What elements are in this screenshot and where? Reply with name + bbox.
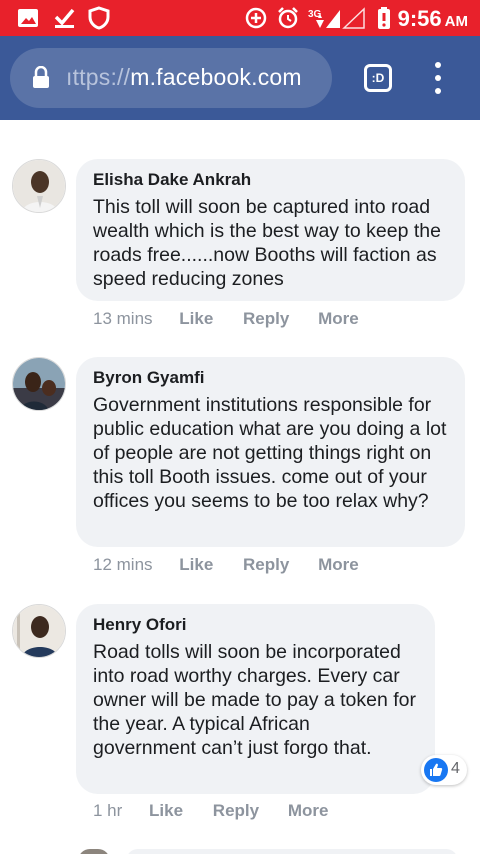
comment-actions: 12 mins Like Reply More: [93, 555, 359, 575]
avatar[interactable]: [12, 604, 66, 658]
comment-time: 1 hr: [93, 801, 123, 820]
more-button[interactable]: More: [288, 801, 329, 821]
clock: 9:56 AM: [398, 6, 468, 32]
clock-time: 9:56: [397, 6, 442, 31]
comment-text: Road tolls will soon be incorporated int…: [93, 641, 417, 759]
add-circle-icon: [245, 7, 267, 29]
like-button[interactable]: Like: [149, 801, 183, 821]
comment-author[interactable]: Byron Gyamfi: [93, 367, 447, 389]
avatar[interactable]: [12, 159, 66, 213]
url-scheme: ıttps://: [66, 64, 131, 90]
reply-button[interactable]: Reply: [243, 555, 289, 575]
comment-actions: 1 hr Like Reply More: [93, 801, 328, 821]
tab-switcher-button[interactable]: :D: [364, 64, 392, 92]
comment-bubble: Byron Gyamfi Government institutions res…: [76, 357, 465, 547]
reply-button[interactable]: Reply: [243, 309, 289, 329]
svg-text:3G: 3G: [308, 9, 322, 20]
like-button[interactable]: Like: [179, 555, 213, 575]
comment-bubble: Henry Ofori Road tolls will soon be inco…: [76, 604, 435, 794]
shield-icon: [88, 6, 110, 30]
signal-icon: 3G: [308, 9, 340, 28]
comment-text: Government institutions responsible for …: [93, 394, 447, 512]
check-download-icon: [54, 8, 75, 28]
more-options-icon[interactable]: [426, 62, 450, 94]
battery-low-icon: [378, 7, 390, 29]
clock-ampm: AM: [444, 13, 468, 30]
image-icon: [18, 9, 38, 27]
comment-bubble: Elisha Dake Ankrah This toll will soon b…: [76, 159, 465, 301]
more-button[interactable]: More: [318, 555, 359, 575]
comment-time: 13 mins: [93, 309, 153, 328]
avatar[interactable]: [12, 357, 66, 411]
signal-empty-icon: [342, 7, 365, 29]
url-bar[interactable]: ıttps://m.facebook.com: [10, 48, 332, 108]
comment-text: This toll will soon be captured into roa…: [93, 196, 441, 290]
browser-toolbar: ıttps://m.facebook.com :D: [0, 36, 480, 120]
next-comment-avatar: [78, 849, 110, 854]
more-button[interactable]: More: [318, 309, 359, 329]
reaction-count: 4: [451, 760, 460, 777]
comment-author[interactable]: Elisha Dake Ankrah: [93, 169, 447, 191]
comment-actions: 13 mins Like Reply More: [93, 309, 359, 329]
next-comment-bubble: [126, 849, 458, 854]
status-bar: 3G 9:56 AM: [0, 0, 480, 36]
comment-author[interactable]: Henry Ofori: [93, 614, 417, 636]
reply-button[interactable]: Reply: [213, 801, 259, 821]
comment-time: 12 mins: [93, 555, 153, 574]
reaction-badge[interactable]: 4: [421, 755, 467, 785]
like-button[interactable]: Like: [179, 309, 213, 329]
url-text[interactable]: ıttps://m.facebook.com: [66, 64, 302, 91]
like-reaction-icon: [424, 758, 448, 782]
url-domain: m.facebook.com: [130, 64, 302, 90]
lock-icon: [33, 66, 49, 88]
alarm-icon: [278, 7, 298, 29]
